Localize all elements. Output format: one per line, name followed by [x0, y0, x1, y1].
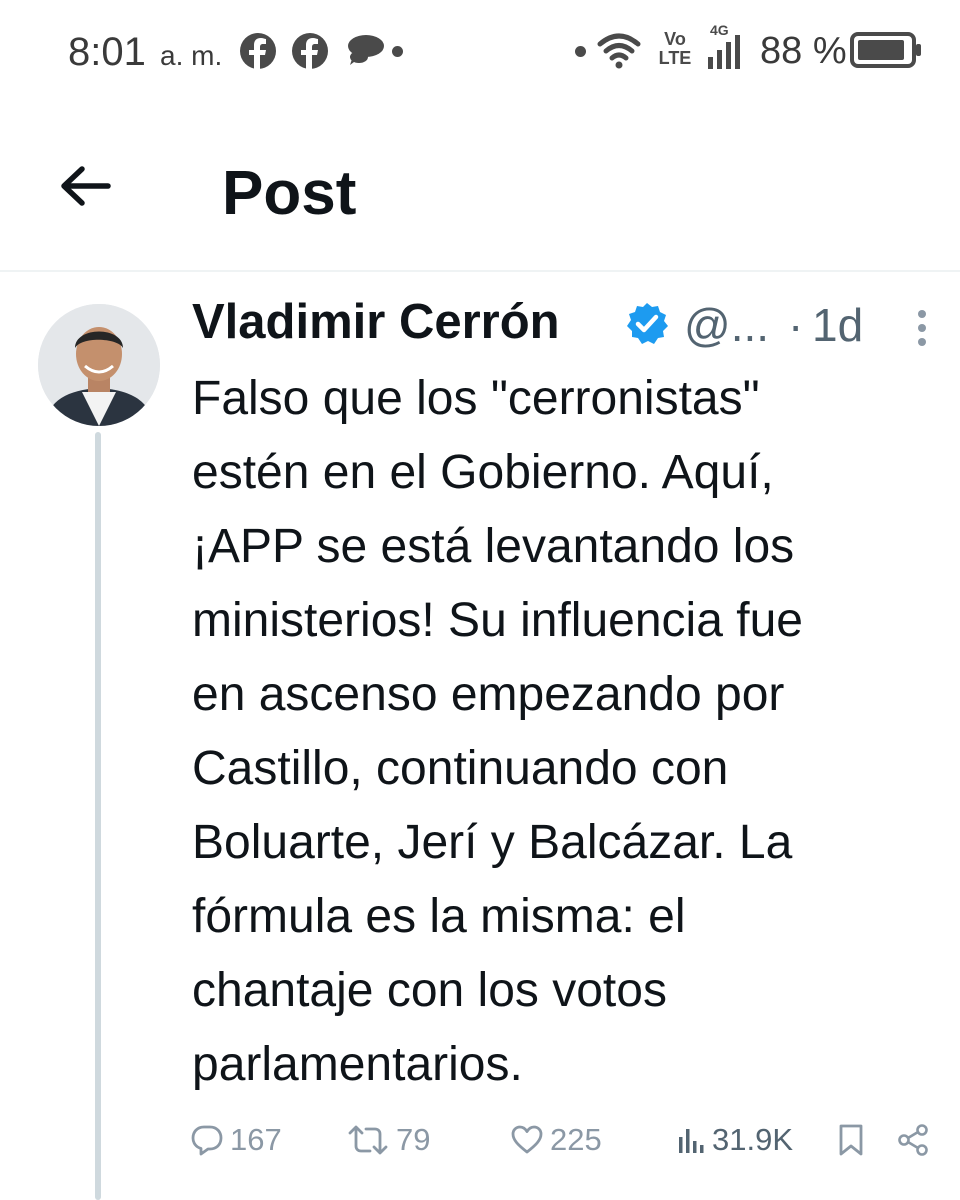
notification-dot — [392, 46, 403, 57]
chat-bubbles-icon — [344, 33, 386, 69]
thread-line — [95, 432, 101, 1200]
facebook-icon — [240, 33, 276, 69]
signal-icon — [706, 33, 744, 69]
repost-button[interactable]: 79 — [346, 1110, 430, 1170]
like-button[interactable]: 225 — [510, 1110, 602, 1170]
tweet-actions: 167 79 225 31.9K — [0, 1110, 960, 1170]
avatar[interactable] — [38, 304, 160, 426]
status-time: 8:01 — [68, 30, 146, 74]
back-button[interactable] — [52, 156, 120, 216]
page-title: Post — [222, 159, 357, 228]
bookmark-button[interactable] — [836, 1110, 866, 1170]
share-icon — [898, 1124, 928, 1156]
reply-button[interactable]: 167 — [190, 1110, 282, 1170]
tweet-text-line: en ascenso empezando por — [192, 668, 785, 721]
tweet-text-line: ¡APP se está levantando los — [192, 520, 795, 573]
views-icon — [679, 1129, 704, 1153]
facebook-icon — [292, 33, 328, 69]
status-bar: 8:01 a. m. Vo LTE 4G 88 % — [0, 0, 960, 104]
tweet-text-line: Boluarte, Jerí y Balcázar. La — [192, 816, 793, 869]
tweet-text-line: ministerios! Su influencia fue — [192, 594, 803, 647]
post-header: Post — [0, 104, 960, 272]
post-time[interactable]: 1d — [812, 298, 863, 352]
tweet-text-line: Castillo, continuando con — [192, 742, 729, 795]
repost-count: 79 — [396, 1122, 431, 1157]
reply-count: 167 — [230, 1122, 282, 1157]
verified-badge-icon — [624, 301, 670, 347]
status-ampm: a. m. — [160, 40, 223, 71]
reply-icon — [191, 1125, 223, 1156]
heart-icon — [511, 1125, 543, 1154]
more-options-icon[interactable] — [905, 308, 939, 348]
bookmark-icon — [839, 1124, 863, 1156]
views-button[interactable]: 31.9K — [676, 1110, 793, 1170]
like-count: 225 — [550, 1122, 602, 1157]
tweet-author-row: Vladimir Cerrón @... · 1d — [192, 294, 912, 354]
volte-indicator: Vo LTE — [658, 29, 692, 68]
tweet-text-line: estén en el Gobierno. Aquí, — [192, 446, 774, 499]
battery-percent: 88 % — [760, 30, 847, 72]
meta-separator: · — [788, 299, 804, 351]
battery-icon — [850, 31, 922, 68]
tweet-text-line: parlamentarios. — [192, 1038, 523, 1091]
tweet-text-line: Falso que los "cerronistas" — [192, 372, 760, 425]
author-name[interactable]: Vladimir Cerrón — [192, 294, 560, 350]
view-count: 31.9K — [712, 1122, 794, 1157]
wifi-icon — [596, 30, 642, 69]
share-button[interactable] — [896, 1110, 930, 1170]
repost-icon — [348, 1125, 388, 1155]
tweet-text-line: chantaje con los votos — [192, 964, 667, 1017]
header-divider — [0, 270, 960, 272]
author-handle[interactable]: @... — [684, 298, 769, 352]
notification-dot — [575, 46, 586, 57]
tweet-text-line: fórmula es la misma: el — [192, 890, 686, 943]
tweet-text: Falso que los "cerronistas" estén en el … — [192, 362, 932, 1102]
